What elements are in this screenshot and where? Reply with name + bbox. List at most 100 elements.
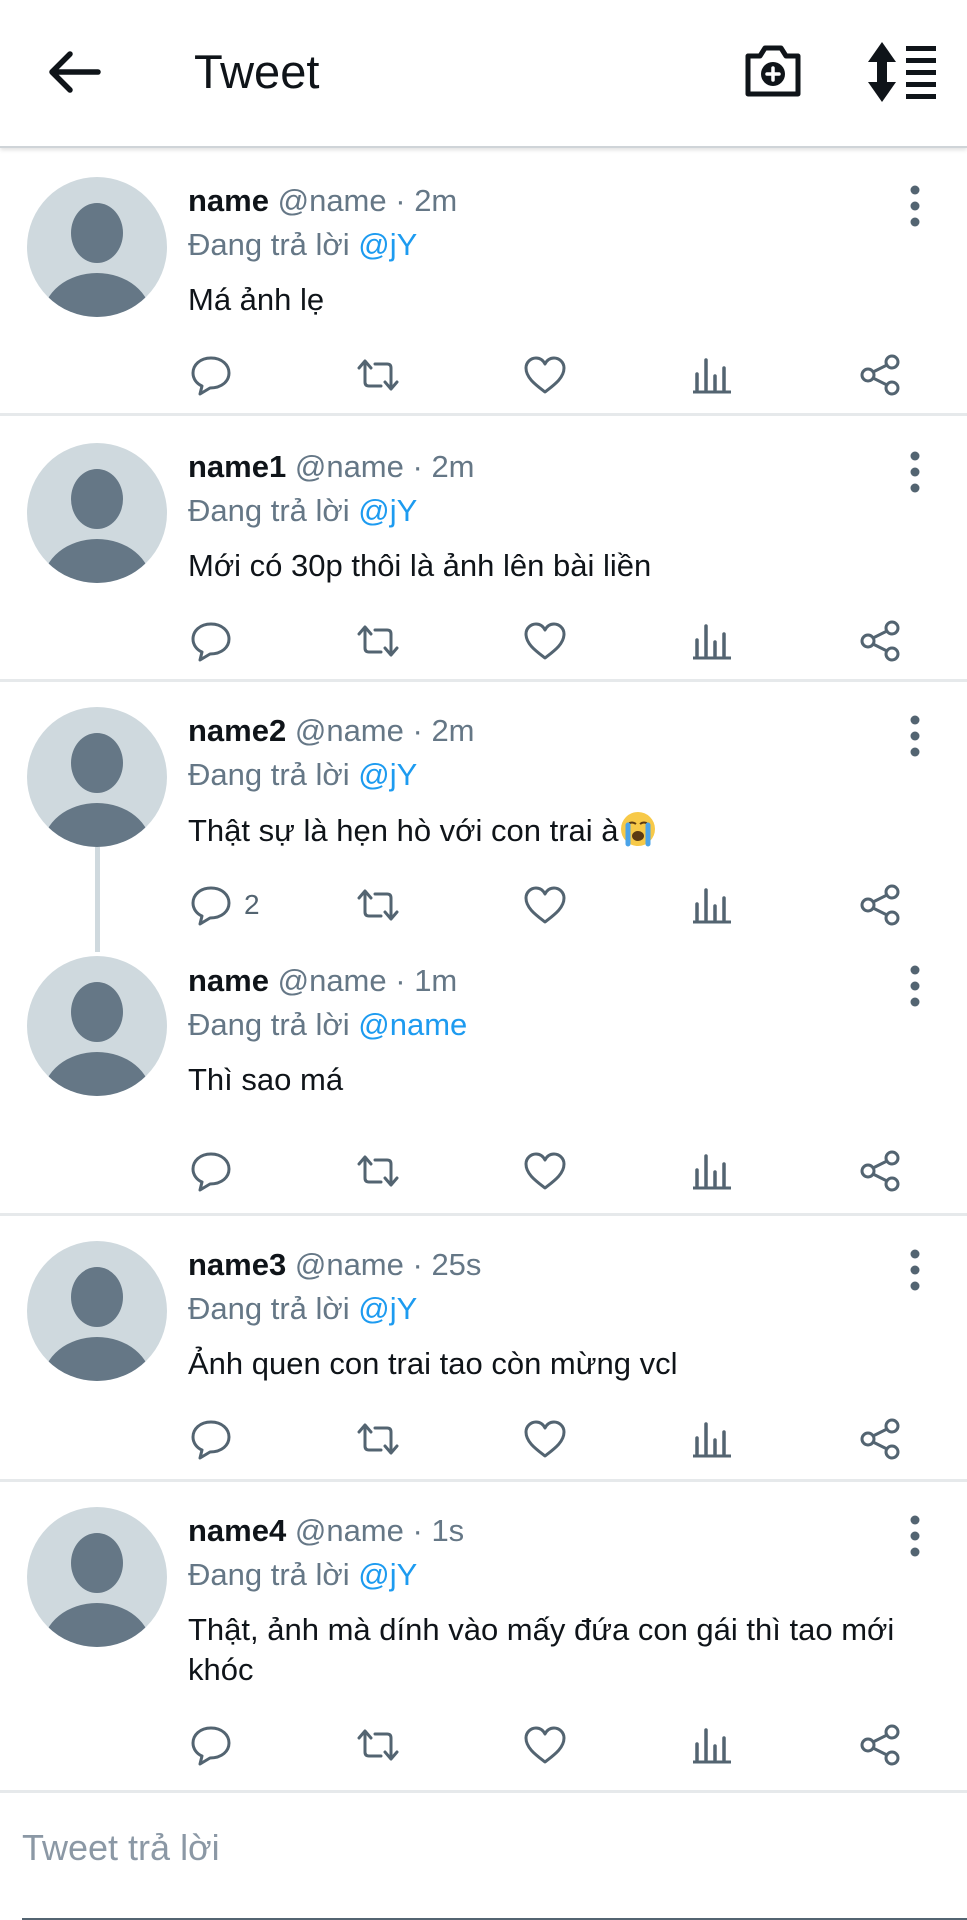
- analytics-button[interactable]: [689, 880, 735, 930]
- reply-button[interactable]: [188, 1720, 244, 1770]
- display-name[interactable]: name1: [188, 449, 286, 484]
- timestamp: 1m: [414, 963, 458, 998]
- more-options-icon[interactable]: [903, 1514, 927, 1558]
- reply-button[interactable]: 2: [188, 880, 260, 930]
- handle[interactable]: @name: [295, 1513, 404, 1548]
- analytics-button[interactable]: [689, 1414, 735, 1464]
- like-button[interactable]: [522, 1414, 568, 1464]
- more-options-icon[interactable]: [903, 450, 927, 494]
- more-options-icon[interactable]: [903, 964, 927, 1008]
- avatar[interactable]: [27, 956, 167, 1096]
- replying-to-label: Đang trả lời: [188, 757, 350, 792]
- retweet-button[interactable]: [355, 1146, 401, 1196]
- avatar[interactable]: [27, 443, 167, 583]
- analytics-icon: [693, 888, 731, 924]
- retweet-button[interactable]: [355, 616, 401, 666]
- tweet-text: Mới có 30p thôi là ảnh lên bài liền: [188, 548, 652, 583]
- tweet[interactable]: name3 @name · 25s Đang trả lời @jY Ảnh q…: [0, 1216, 967, 1482]
- more-options-icon[interactable]: [903, 1248, 927, 1292]
- analytics-icon: [693, 1422, 731, 1458]
- more-options-icon[interactable]: [903, 184, 927, 228]
- mention-link[interactable]: @jY: [358, 1557, 417, 1592]
- sort-list-icon[interactable]: [866, 40, 938, 104]
- tweet-text: Thì sao má: [188, 1062, 344, 1097]
- share-button[interactable]: [858, 1720, 904, 1770]
- analytics-icon: [693, 1728, 731, 1764]
- analytics-icon: [693, 624, 731, 660]
- reply-button[interactable]: [188, 616, 244, 666]
- more-options-icon[interactable]: [903, 714, 927, 758]
- like-icon: [524, 622, 566, 660]
- tweet[interactable]: name1 @name · 2m Đang trả lời @jY Mới có…: [0, 416, 967, 682]
- handle[interactable]: @name: [278, 183, 387, 218]
- avatar[interactable]: [27, 1241, 167, 1381]
- replying-to-label: Đang trả lời: [188, 493, 350, 528]
- share-button[interactable]: [858, 350, 904, 400]
- analytics-button[interactable]: [689, 350, 735, 400]
- replying-to: Đang trả lời @jY: [188, 1554, 927, 1596]
- handle[interactable]: @name: [295, 1247, 404, 1282]
- reply-button[interactable]: [188, 1414, 244, 1464]
- like-button[interactable]: [522, 616, 568, 666]
- retweet-button[interactable]: [355, 880, 401, 930]
- tweet-actions: [188, 616, 928, 666]
- replying-to-label: Đang trả lời: [188, 1557, 350, 1592]
- display-name[interactable]: name: [188, 963, 269, 998]
- analytics-button[interactable]: [689, 616, 735, 666]
- share-button[interactable]: [858, 880, 904, 930]
- default-avatar-icon: [43, 1533, 151, 1647]
- display-name[interactable]: name2: [188, 713, 286, 748]
- default-avatar-icon: [43, 203, 151, 317]
- like-button[interactable]: [522, 1146, 568, 1196]
- avatar[interactable]: [27, 707, 167, 847]
- retweet-button[interactable]: [355, 1720, 401, 1770]
- handle[interactable]: @name: [295, 449, 404, 484]
- like-icon: [524, 1420, 566, 1458]
- mention-link[interactable]: @jY: [358, 227, 417, 262]
- analytics-button[interactable]: [689, 1146, 735, 1196]
- avatar[interactable]: [27, 177, 167, 317]
- retweet-icon: [357, 1729, 399, 1761]
- thread-connector: [95, 842, 100, 952]
- like-button[interactable]: [522, 1720, 568, 1770]
- tweet[interactable]: name @name · 1m Đang trả lời @name Thì s…: [0, 948, 967, 1216]
- handle[interactable]: @name: [278, 963, 387, 998]
- tweet[interactable]: name4 @name · 1s Đang trả lời @jY Thật, …: [0, 1482, 967, 1788]
- display-name[interactable]: name4: [188, 1513, 286, 1548]
- tweet-text: Má ảnh lẹ: [188, 282, 325, 317]
- reply-button[interactable]: [188, 350, 244, 400]
- share-icon: [860, 1418, 900, 1460]
- tweet-text-block: Thật sự là hẹn hò với con trai à: [188, 810, 927, 851]
- arrow-left-icon[interactable]: [44, 42, 104, 102]
- retweet-button[interactable]: [355, 350, 401, 400]
- retweet-icon: [357, 625, 399, 657]
- mention-link[interactable]: @jY: [358, 493, 417, 528]
- tweet-actions: [188, 1720, 928, 1770]
- mention-link[interactable]: @jY: [358, 1291, 417, 1326]
- reply-button[interactable]: [188, 1146, 244, 1196]
- display-name[interactable]: name3: [188, 1247, 286, 1282]
- reply-icon: [191, 886, 231, 926]
- retweet-button[interactable]: [355, 1414, 401, 1464]
- timestamp: 1s: [431, 1513, 465, 1548]
- tweet[interactable]: name @name · 2m Đang trả lời @jY Má ảnh …: [0, 150, 967, 416]
- share-icon: [860, 1150, 900, 1192]
- mention-link[interactable]: @jY: [358, 757, 417, 792]
- like-button[interactable]: [522, 880, 568, 930]
- handle[interactable]: @name: [295, 713, 404, 748]
- reply-feed: name @name · 2m Đang trả lời @jY Má ảnh …: [0, 150, 967, 1788]
- tweet-header: name @name · 2m: [188, 183, 458, 218]
- display-name[interactable]: name: [188, 183, 269, 218]
- replying-to-label: Đang trả lời: [188, 1007, 350, 1042]
- mention-link[interactable]: @name: [358, 1007, 467, 1042]
- analytics-button[interactable]: [689, 1720, 735, 1770]
- like-button[interactable]: [522, 350, 568, 400]
- share-button[interactable]: [858, 1414, 904, 1464]
- tweet[interactable]: name2 @name · 2m Đang trả lời @jY Thật s…: [0, 682, 967, 952]
- reply-input[interactable]: Tweet trả lời: [22, 1827, 220, 1869]
- camera-add-icon[interactable]: [742, 40, 804, 102]
- avatar[interactable]: [27, 1507, 167, 1647]
- share-button[interactable]: [858, 1146, 904, 1196]
- share-button[interactable]: [858, 616, 904, 666]
- reply-compose-bar[interactable]: Tweet trả lời: [0, 1790, 967, 1920]
